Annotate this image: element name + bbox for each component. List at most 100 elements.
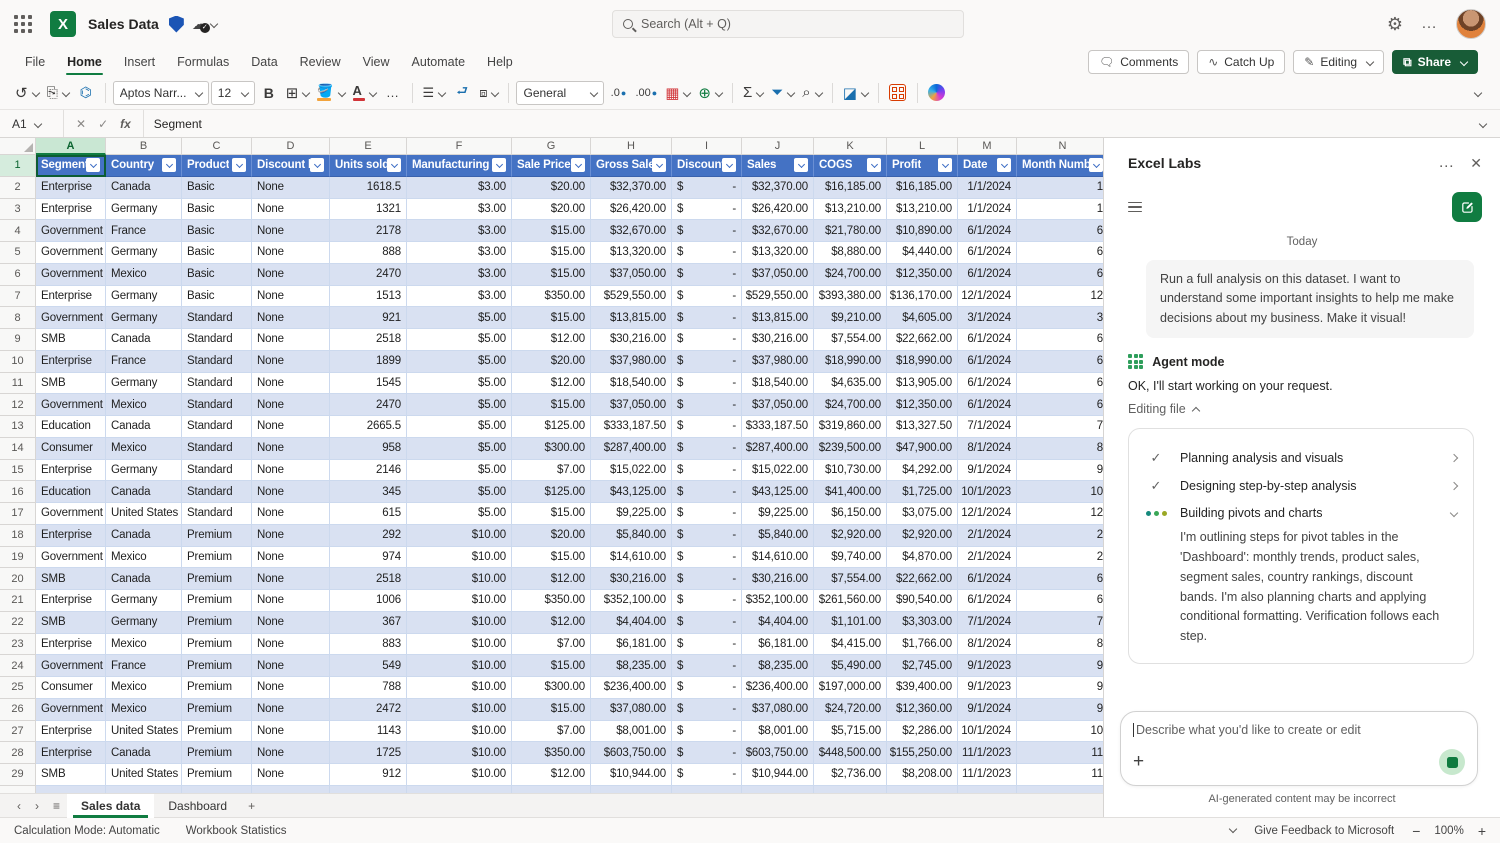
table-cell[interactable]: 11 [1017, 742, 1103, 764]
table-cell[interactable]: 6 [1017, 351, 1103, 373]
menu-tab-view[interactable]: View [352, 48, 401, 76]
table-cell[interactable]: Canada [106, 177, 182, 199]
table-cell[interactable]: $10,944.00 [742, 764, 814, 786]
table-cell[interactable]: $- [672, 220, 742, 242]
table-cell[interactable]: None [252, 503, 330, 525]
table-cell[interactable]: 12 [1017, 286, 1103, 308]
table-cell[interactable]: Mexico [106, 699, 182, 721]
table-cell[interactable]: Canada [106, 525, 182, 547]
table-cell[interactable]: $3.00 [407, 264, 512, 286]
row-header-11[interactable]: 11 [0, 373, 36, 395]
increase-decimal-button[interactable]: .00● [632, 80, 660, 106]
table-cell[interactable]: $15.00 [512, 220, 591, 242]
table-header-cell[interactable]: Units sold [330, 155, 407, 177]
table-cell[interactable]: Education [36, 416, 106, 438]
table-cell[interactable]: 10/1/2024 [958, 721, 1017, 743]
table-cell[interactable]: Premium [182, 742, 252, 764]
font-color-button[interactable]: A [350, 80, 379, 106]
menu-tab-help[interactable]: Help [476, 48, 524, 76]
table-header-cell[interactable]: Sale Price [512, 155, 591, 177]
table-cell[interactable]: Canada [106, 416, 182, 438]
table-header-cell[interactable]: Manufacturing price [407, 155, 512, 177]
wrap-text-button[interactable]: ⮐ [450, 80, 474, 106]
table-cell[interactable]: None [252, 742, 330, 764]
table-cell[interactable]: $7.00 [512, 460, 591, 482]
autosum-button[interactable]: Σ [740, 80, 766, 106]
table-cell[interactable]: Standard [182, 460, 252, 482]
table-cell[interactable]: $236,400.00 [591, 677, 672, 699]
table-cell[interactable]: $24,720.00 [814, 699, 887, 721]
table-cell[interactable]: $13,210.00 [814, 199, 887, 221]
table-cell[interactable]: 6 [1017, 394, 1103, 416]
table-cell[interactable]: $37,080.00 [591, 699, 672, 721]
table-cell[interactable]: 7 [1017, 612, 1103, 634]
more-font-options-button[interactable]: … [381, 80, 405, 106]
table-cell[interactable]: $- [672, 481, 742, 503]
table-cell[interactable]: $1,725.00 [887, 481, 958, 503]
table-cell[interactable]: $20.00 [512, 199, 591, 221]
comments-button[interactable]: 🗨 Comments [1088, 50, 1189, 74]
table-cell[interactable]: United States [106, 721, 182, 743]
table-cell[interactable]: None [252, 307, 330, 329]
table-cell[interactable]: 7 [1017, 416, 1103, 438]
table-cell[interactable]: 2178 [330, 220, 407, 242]
table-cell[interactable]: 6 [1017, 264, 1103, 286]
table-cell[interactable]: $9,225.00 [591, 503, 672, 525]
table-header-cell[interactable]: Profit [887, 155, 958, 177]
table-cell[interactable]: $393,380.00 [814, 286, 887, 308]
formula-bar-expand-chevron-icon[interactable] [1479, 119, 1487, 127]
table-cell[interactable]: $22,662.00 [887, 568, 958, 590]
table-cell[interactable] [512, 786, 591, 793]
editing-file-toggle[interactable]: Editing file [1128, 402, 1476, 416]
table-cell[interactable]: $14,610.00 [591, 547, 672, 569]
table-cell[interactable]: $6,150.00 [814, 503, 887, 525]
table-cell[interactable]: $4,440.00 [887, 242, 958, 264]
table-cell[interactable]: Consumer [36, 677, 106, 699]
table-cell[interactable]: SMB [36, 329, 106, 351]
workbook-statistics[interactable]: Workbook Statistics [186, 825, 287, 837]
catch-up-button[interactable]: ∿ Catch Up [1197, 50, 1285, 74]
table-cell[interactable]: None [252, 460, 330, 482]
table-cell[interactable]: $15,022.00 [591, 460, 672, 482]
table-header-cell[interactable]: Discounts [672, 155, 742, 177]
column-header-G[interactable]: G [512, 138, 591, 155]
table-cell[interactable]: $37,980.00 [742, 351, 814, 373]
new-chat-button[interactable] [1452, 192, 1482, 222]
bold-button[interactable]: B [257, 80, 281, 106]
table-cell[interactable]: None [252, 351, 330, 373]
table-cell[interactable]: $15.00 [512, 547, 591, 569]
table-cell[interactable]: $4,292.00 [887, 460, 958, 482]
table-cell[interactable]: $18,540.00 [742, 373, 814, 395]
table-cell[interactable]: 345 [330, 481, 407, 503]
sensitivity-shield-icon[interactable] [169, 16, 184, 33]
zoom-out-button[interactable]: − [1412, 823, 1420, 839]
table-cell[interactable]: $37,980.00 [591, 351, 672, 373]
number-format-select[interactable]: General [516, 81, 604, 105]
table-cell[interactable]: 10 [1017, 481, 1103, 503]
table-cell[interactable]: $14,610.00 [742, 547, 814, 569]
table-cell[interactable]: $7,554.00 [814, 329, 887, 351]
filter-dropdown-button[interactable] [232, 158, 246, 172]
row-header-21[interactable]: 21 [0, 590, 36, 612]
table-cell[interactable]: $32,370.00 [742, 177, 814, 199]
table-cell[interactable]: $43,125.00 [591, 481, 672, 503]
table-cell[interactable]: Germany [106, 590, 182, 612]
table-cell[interactable]: 6/1/2024 [958, 394, 1017, 416]
table-cell[interactable]: $10,730.00 [814, 460, 887, 482]
filter-dropdown-button[interactable] [86, 158, 100, 172]
table-cell[interactable]: $5.00 [407, 394, 512, 416]
table-cell[interactable]: $6,181.00 [591, 634, 672, 656]
table-cell[interactable]: $3.00 [407, 177, 512, 199]
menu-tab-home[interactable]: Home [56, 48, 113, 76]
table-cell[interactable]: $10,890.00 [887, 220, 958, 242]
table-cell[interactable]: $18,990.00 [887, 351, 958, 373]
table-cell[interactable]: $- [672, 742, 742, 764]
table-cell[interactable]: $18,990.00 [814, 351, 887, 373]
table-cell[interactable]: Enterprise [36, 177, 106, 199]
column-header-F[interactable]: F [407, 138, 512, 155]
table-cell[interactable]: $3.00 [407, 242, 512, 264]
app-launcher-icon[interactable] [14, 15, 32, 33]
font-size-select[interactable]: 12 [211, 81, 255, 105]
row-header-23[interactable]: 23 [0, 634, 36, 656]
table-cell[interactable]: 912 [330, 764, 407, 786]
